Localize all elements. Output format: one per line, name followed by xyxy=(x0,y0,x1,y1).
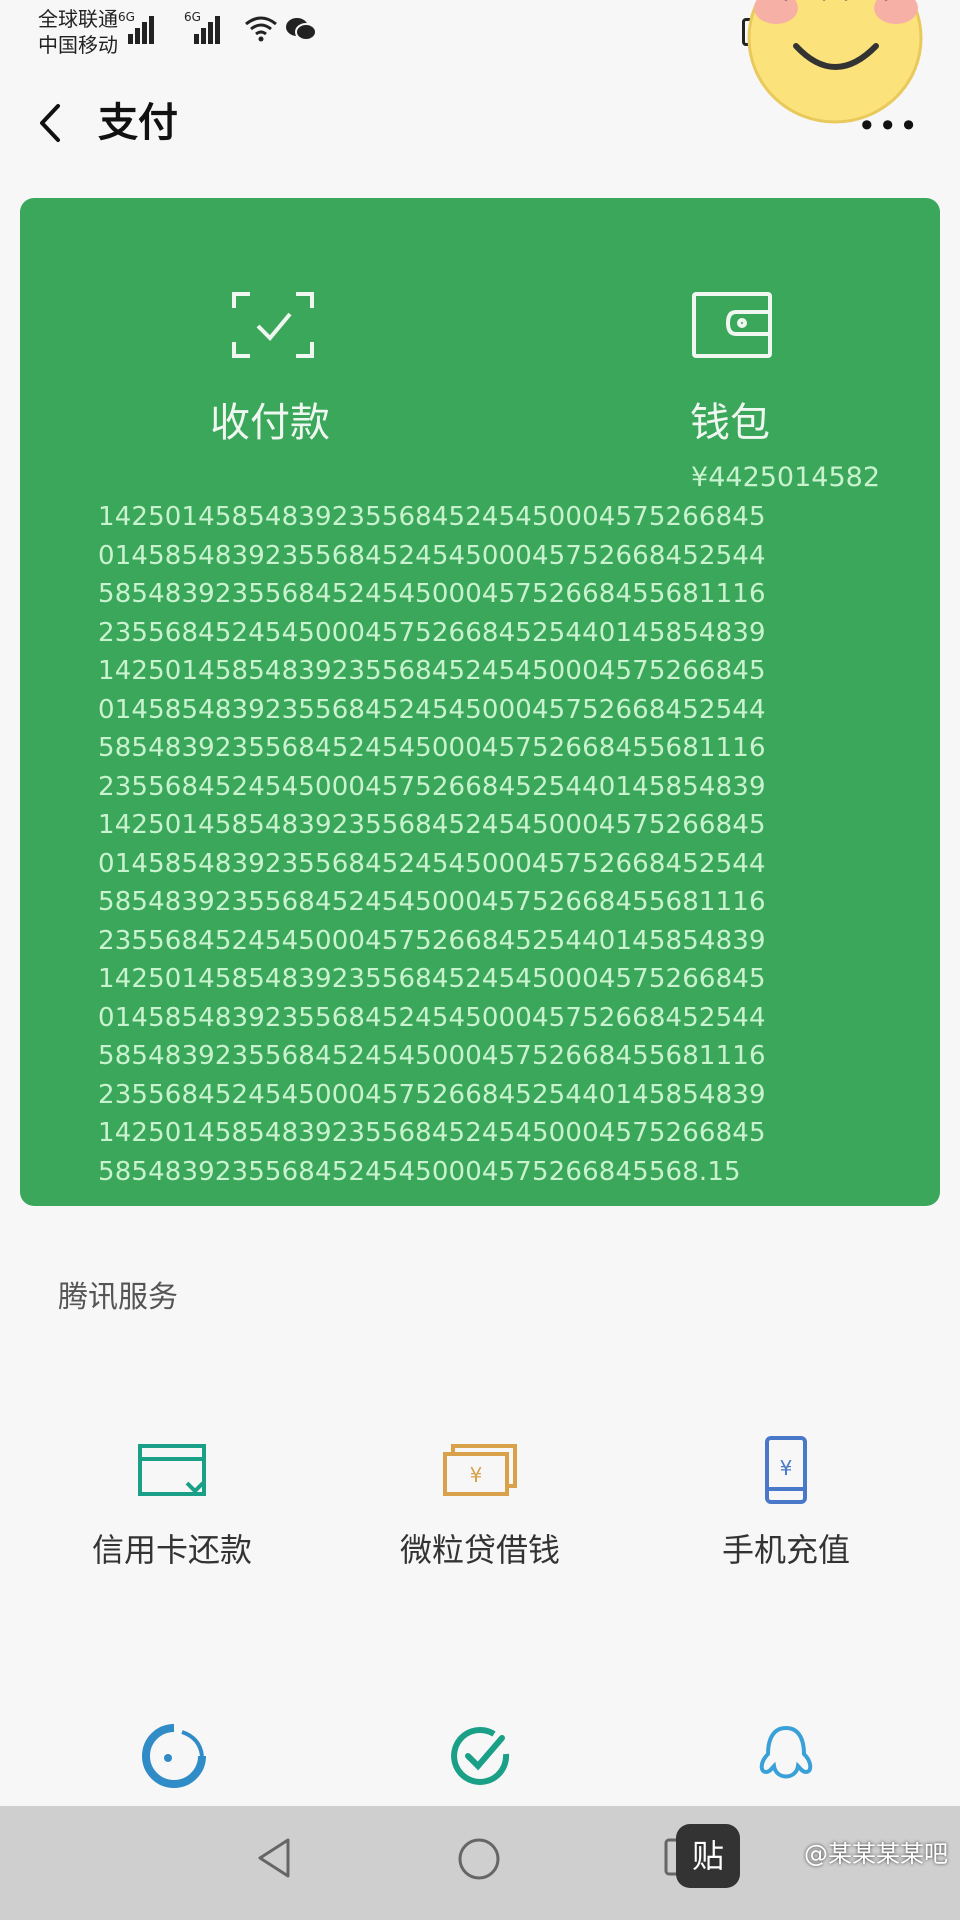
svg-text:¥: ¥ xyxy=(470,1463,483,1487)
phone-recharge-button[interactable]: ¥ 手机充值 xyxy=(656,1430,916,1570)
credit-card-repay-button[interactable]: 信用卡还款 xyxy=(42,1430,302,1570)
wallet-icon xyxy=(692,292,772,358)
balance-digit-line: 1425014585483923556845245450004575266845 xyxy=(98,656,766,686)
service-label: 手机充值 xyxy=(721,1531,850,1569)
balance-digit-line: 2355684524545000457526684525440145854839 xyxy=(98,617,766,648)
balance-digit-line: 5854839235568452454500045752668455681116 xyxy=(98,733,766,763)
money-bill-icon: ¥ xyxy=(443,1444,517,1496)
wechat-icon xyxy=(286,18,317,41)
balance-digit-line: 0145854839235568452454500045752668452544 xyxy=(98,540,766,571)
page-title: 支付 xyxy=(98,100,178,146)
section-title: 腾讯服务 xyxy=(58,1280,178,1315)
weilidai-loan-button[interactable]: ¥ 微粒贷借钱 xyxy=(350,1430,610,1570)
wealth-service-button[interactable] xyxy=(134,1716,214,1796)
watermark-logo: 贴 xyxy=(676,1824,740,1888)
collect-pay-label: 收付款 xyxy=(210,400,330,446)
wallet-balance-digits: 1425014585483923556845245450004575266845… xyxy=(98,498,878,1191)
balance-digit-line: 2355684524545000457526684525440145854839 xyxy=(98,925,766,956)
balance-digit-line: 0145854839235568452454500045752668452544 xyxy=(98,1002,766,1033)
balance-digit-line: 2355684524545000457526684525440145854839 xyxy=(98,1079,766,1110)
wallet-balance-lead: ¥4425014582 xyxy=(691,462,880,493)
balance-digit-line: 1425014585483923556845245450004575266845 xyxy=(98,1118,766,1148)
qq-service-button[interactable] xyxy=(746,1716,826,1796)
payment-card: 收付款 钱包 ¥4425014582 142501458548392355684… xyxy=(20,198,940,1206)
balance-digit-line: 0145854839235568452454500045752668452544 xyxy=(98,694,766,725)
phone-recharge-icon: ¥ xyxy=(765,1436,807,1504)
scan-check-icon xyxy=(232,292,314,358)
balance-digit-line: 1425014585483923556845245450004575266845 xyxy=(98,502,766,532)
balance-digit-line: 1425014585483923556845245450004575266845 xyxy=(98,810,766,840)
check-service-button[interactable] xyxy=(440,1716,520,1796)
balance-digit-line: 5854839235568452454500045752668455681116 xyxy=(98,1041,766,1071)
watermark-text: @某某某某吧 xyxy=(804,1840,948,1868)
balance-digit-line: 2355684524545000457526684525440145854839 xyxy=(98,771,766,802)
credit-card-icon xyxy=(138,1444,206,1496)
carrier-2: 中国移动 xyxy=(38,33,118,57)
balance-digit-line: 1425014585483923556845245450004575266845 xyxy=(98,964,766,994)
signal-icon xyxy=(194,14,222,44)
service-grid-row-2 xyxy=(0,1716,960,1796)
balance-digit-line: 5854839235568452454500045752668455681116 xyxy=(98,579,766,609)
carrier-names: 全球联通 中国移动 xyxy=(38,6,118,58)
back-chevron-icon[interactable] xyxy=(32,98,72,148)
balance-digit-line: 5854839235568452454500045752668455681116 xyxy=(98,887,766,917)
check-circle-icon xyxy=(451,1727,510,1785)
wealth-icon xyxy=(142,1724,206,1788)
signal-icon xyxy=(128,14,156,44)
back-triangle-icon[interactable] xyxy=(254,1836,294,1880)
wallet-label: 钱包 xyxy=(690,400,770,446)
home-circle-icon[interactable] xyxy=(456,1836,502,1882)
qq-icon xyxy=(759,1725,813,1779)
service-grid: 信用卡还款 ¥ 微粒贷借钱 ¥ 手机充值 xyxy=(0,1430,960,1580)
service-label: 信用卡还款 xyxy=(91,1531,252,1569)
more-dots-icon[interactable]: ••• xyxy=(857,110,920,142)
svg-text:¥: ¥ xyxy=(780,1456,793,1480)
carrier-1: 全球联通 xyxy=(38,7,118,31)
balance-digit-line: 0145854839235568452454500045752668452544 xyxy=(98,848,766,879)
service-label: 微粒贷借钱 xyxy=(399,1531,560,1569)
system-nav-bar: 贴 @某某某某吧 xyxy=(0,1806,960,1920)
balance-digit-line: 585483923556845245450004575266845568.15 xyxy=(98,1156,741,1187)
title-bar: 支付 ••• xyxy=(0,70,960,176)
wifi-icon xyxy=(245,16,277,42)
